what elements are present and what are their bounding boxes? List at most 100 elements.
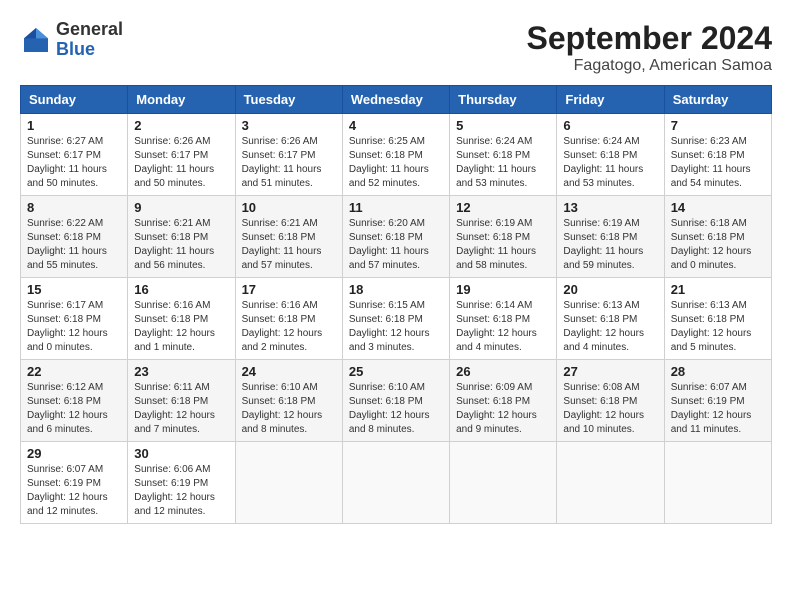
day-number: 12 <box>456 200 550 215</box>
day-number: 17 <box>242 282 336 297</box>
day-number: 21 <box>671 282 765 297</box>
day-info: Sunrise: 6:14 AMSunset: 6:18 PMDaylight:… <box>456 299 550 355</box>
day-info: Sunrise: 6:06 AMSunset: 6:19 PMDaylight:… <box>134 463 228 519</box>
col-thursday: Thursday <box>450 86 557 114</box>
table-row: 25 Sunrise: 6:10 AMSunset: 6:18 PMDaylig… <box>342 360 449 442</box>
day-info: Sunrise: 6:18 AMSunset: 6:18 PMDaylight:… <box>671 217 765 273</box>
day-number: 23 <box>134 364 228 379</box>
day-info: Sunrise: 6:15 AMSunset: 6:18 PMDaylight:… <box>349 299 443 355</box>
day-number: 20 <box>563 282 657 297</box>
day-number: 13 <box>563 200 657 215</box>
day-info: Sunrise: 6:16 AMSunset: 6:18 PMDaylight:… <box>134 299 228 355</box>
table-row: 5 Sunrise: 6:24 AMSunset: 6:18 PMDayligh… <box>450 114 557 196</box>
table-row: 7 Sunrise: 6:23 AMSunset: 6:18 PMDayligh… <box>664 114 771 196</box>
table-row: 16 Sunrise: 6:16 AMSunset: 6:18 PMDaylig… <box>128 278 235 360</box>
table-row: 27 Sunrise: 6:08 AMSunset: 6:18 PMDaylig… <box>557 360 664 442</box>
table-row: 13 Sunrise: 6:19 AMSunset: 6:18 PMDaylig… <box>557 196 664 278</box>
table-row <box>342 442 449 524</box>
table-row: 1 Sunrise: 6:27 AMSunset: 6:17 PMDayligh… <box>21 114 128 196</box>
day-number: 11 <box>349 200 443 215</box>
day-number: 30 <box>134 446 228 461</box>
day-info: Sunrise: 6:07 AMSunset: 6:19 PMDaylight:… <box>27 463 121 519</box>
col-wednesday: Wednesday <box>342 86 449 114</box>
day-info: Sunrise: 6:26 AMSunset: 6:17 PMDaylight:… <box>134 135 228 191</box>
table-row: 26 Sunrise: 6:09 AMSunset: 6:18 PMDaylig… <box>450 360 557 442</box>
calendar-table: Sunday Monday Tuesday Wednesday Thursday… <box>20 85 772 524</box>
day-info: Sunrise: 6:23 AMSunset: 6:18 PMDaylight:… <box>671 135 765 191</box>
day-number: 10 <box>242 200 336 215</box>
day-number: 14 <box>671 200 765 215</box>
table-row: 18 Sunrise: 6:15 AMSunset: 6:18 PMDaylig… <box>342 278 449 360</box>
day-info: Sunrise: 6:12 AMSunset: 6:18 PMDaylight:… <box>27 381 121 437</box>
table-row: 11 Sunrise: 6:20 AMSunset: 6:18 PMDaylig… <box>342 196 449 278</box>
title-area: September 2024 Fagatogo, American Samoa <box>527 20 772 75</box>
month-year-title: September 2024 <box>527 20 772 57</box>
day-number: 8 <box>27 200 121 215</box>
day-number: 29 <box>27 446 121 461</box>
day-info: Sunrise: 6:07 AMSunset: 6:19 PMDaylight:… <box>671 381 765 437</box>
col-friday: Friday <box>557 86 664 114</box>
day-info: Sunrise: 6:27 AMSunset: 6:17 PMDaylight:… <box>27 135 121 191</box>
calendar-week-1: 1 Sunrise: 6:27 AMSunset: 6:17 PMDayligh… <box>21 114 772 196</box>
table-row: 21 Sunrise: 6:13 AMSunset: 6:18 PMDaylig… <box>664 278 771 360</box>
day-info: Sunrise: 6:13 AMSunset: 6:18 PMDaylight:… <box>671 299 765 355</box>
col-sunday: Sunday <box>21 86 128 114</box>
day-number: 3 <box>242 118 336 133</box>
day-number: 4 <box>349 118 443 133</box>
table-row <box>557 442 664 524</box>
day-number: 7 <box>671 118 765 133</box>
table-row: 17 Sunrise: 6:16 AMSunset: 6:18 PMDaylig… <box>235 278 342 360</box>
table-row <box>664 442 771 524</box>
col-saturday: Saturday <box>664 86 771 114</box>
day-info: Sunrise: 6:13 AMSunset: 6:18 PMDaylight:… <box>563 299 657 355</box>
calendar-week-5: 29 Sunrise: 6:07 AMSunset: 6:19 PMDaylig… <box>21 442 772 524</box>
day-info: Sunrise: 6:10 AMSunset: 6:18 PMDaylight:… <box>242 381 336 437</box>
day-info: Sunrise: 6:24 AMSunset: 6:18 PMDaylight:… <box>563 135 657 191</box>
calendar-header-row: Sunday Monday Tuesday Wednesday Thursday… <box>21 86 772 114</box>
logo-blue-text: Blue <box>56 40 123 60</box>
day-info: Sunrise: 6:21 AMSunset: 6:18 PMDaylight:… <box>242 217 336 273</box>
table-row: 9 Sunrise: 6:21 AMSunset: 6:18 PMDayligh… <box>128 196 235 278</box>
table-row: 4 Sunrise: 6:25 AMSunset: 6:18 PMDayligh… <box>342 114 449 196</box>
day-number: 18 <box>349 282 443 297</box>
logo-general-text: General <box>56 20 123 40</box>
calendar-week-2: 8 Sunrise: 6:22 AMSunset: 6:18 PMDayligh… <box>21 196 772 278</box>
day-number: 6 <box>563 118 657 133</box>
day-number: 28 <box>671 364 765 379</box>
table-row: 22 Sunrise: 6:12 AMSunset: 6:18 PMDaylig… <box>21 360 128 442</box>
table-row: 28 Sunrise: 6:07 AMSunset: 6:19 PMDaylig… <box>664 360 771 442</box>
day-info: Sunrise: 6:08 AMSunset: 6:18 PMDaylight:… <box>563 381 657 437</box>
table-row: 23 Sunrise: 6:11 AMSunset: 6:18 PMDaylig… <box>128 360 235 442</box>
calendar-week-4: 22 Sunrise: 6:12 AMSunset: 6:18 PMDaylig… <box>21 360 772 442</box>
day-info: Sunrise: 6:25 AMSunset: 6:18 PMDaylight:… <box>349 135 443 191</box>
day-info: Sunrise: 6:20 AMSunset: 6:18 PMDaylight:… <box>349 217 443 273</box>
table-row: 2 Sunrise: 6:26 AMSunset: 6:17 PMDayligh… <box>128 114 235 196</box>
table-row: 12 Sunrise: 6:19 AMSunset: 6:18 PMDaylig… <box>450 196 557 278</box>
day-info: Sunrise: 6:11 AMSunset: 6:18 PMDaylight:… <box>134 381 228 437</box>
day-number: 16 <box>134 282 228 297</box>
table-row: 24 Sunrise: 6:10 AMSunset: 6:18 PMDaylig… <box>235 360 342 442</box>
col-monday: Monday <box>128 86 235 114</box>
day-number: 22 <box>27 364 121 379</box>
day-number: 2 <box>134 118 228 133</box>
calendar-week-3: 15 Sunrise: 6:17 AMSunset: 6:18 PMDaylig… <box>21 278 772 360</box>
logo-text: General Blue <box>56 20 123 60</box>
table-row: 8 Sunrise: 6:22 AMSunset: 6:18 PMDayligh… <box>21 196 128 278</box>
day-info: Sunrise: 6:10 AMSunset: 6:18 PMDaylight:… <box>349 381 443 437</box>
table-row: 19 Sunrise: 6:14 AMSunset: 6:18 PMDaylig… <box>450 278 557 360</box>
logo: General Blue <box>20 20 123 60</box>
day-info: Sunrise: 6:16 AMSunset: 6:18 PMDaylight:… <box>242 299 336 355</box>
day-number: 26 <box>456 364 550 379</box>
day-number: 1 <box>27 118 121 133</box>
day-info: Sunrise: 6:19 AMSunset: 6:18 PMDaylight:… <box>456 217 550 273</box>
day-number: 9 <box>134 200 228 215</box>
table-row: 30 Sunrise: 6:06 AMSunset: 6:19 PMDaylig… <box>128 442 235 524</box>
day-info: Sunrise: 6:19 AMSunset: 6:18 PMDaylight:… <box>563 217 657 273</box>
table-row: 6 Sunrise: 6:24 AMSunset: 6:18 PMDayligh… <box>557 114 664 196</box>
table-row: 29 Sunrise: 6:07 AMSunset: 6:19 PMDaylig… <box>21 442 128 524</box>
col-tuesday: Tuesday <box>235 86 342 114</box>
day-info: Sunrise: 6:22 AMSunset: 6:18 PMDaylight:… <box>27 217 121 273</box>
table-row <box>450 442 557 524</box>
day-number: 5 <box>456 118 550 133</box>
table-row: 15 Sunrise: 6:17 AMSunset: 6:18 PMDaylig… <box>21 278 128 360</box>
